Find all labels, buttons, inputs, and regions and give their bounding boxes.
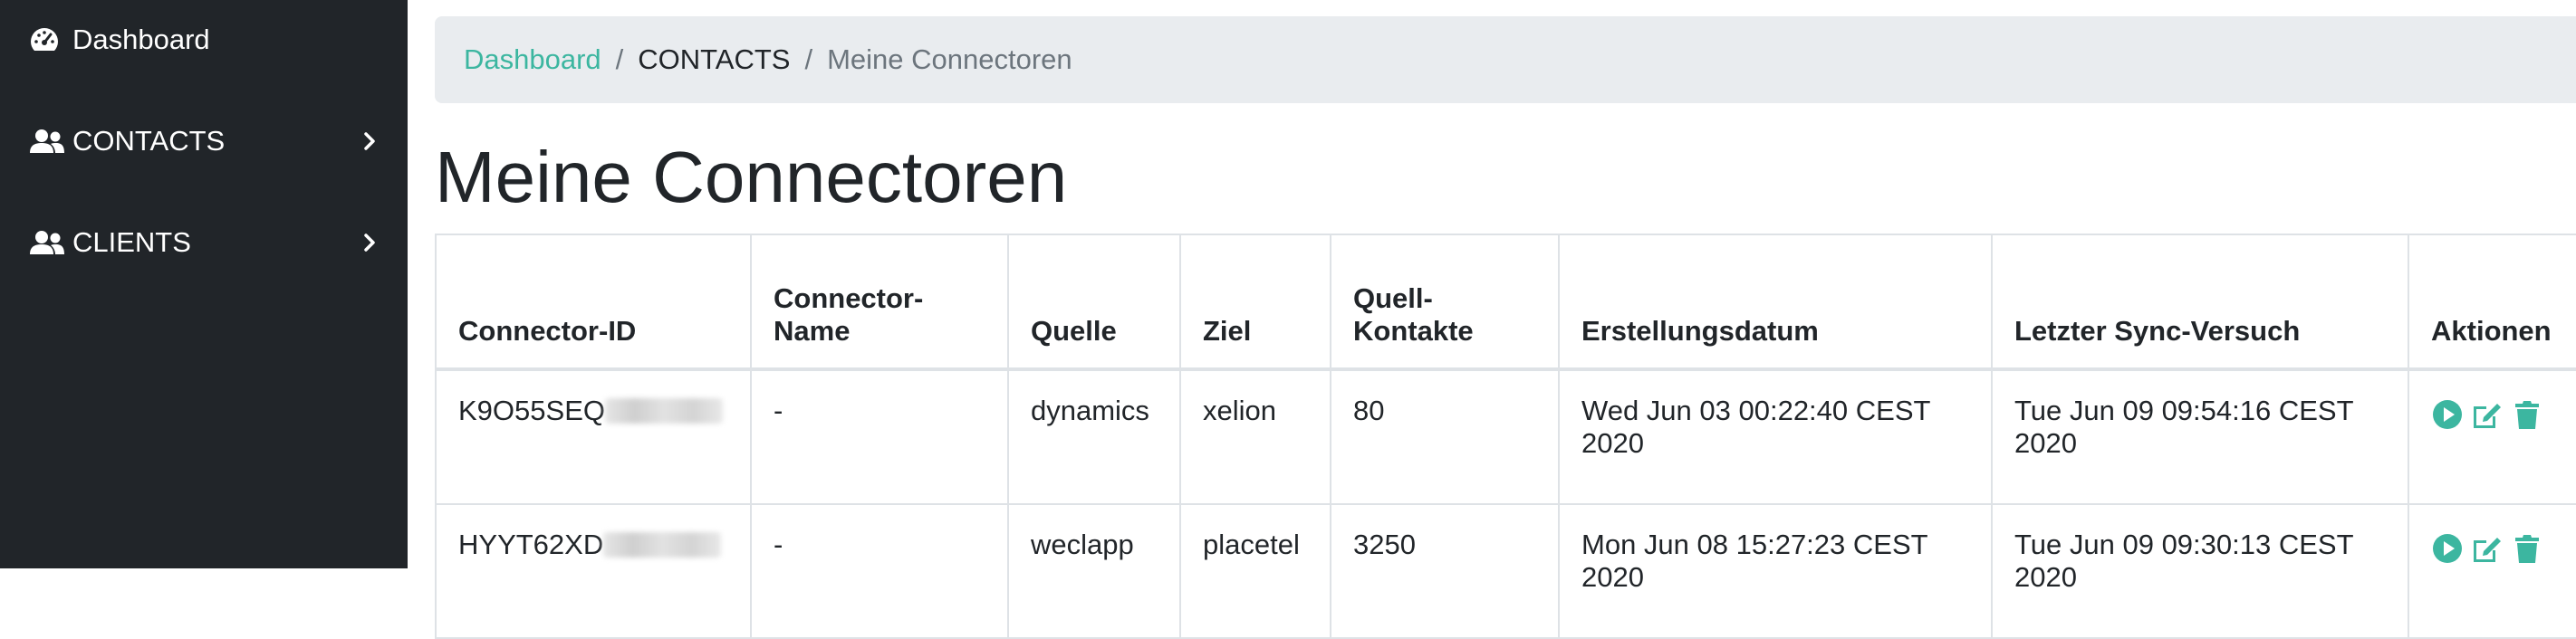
chevron-right-icon <box>360 230 379 255</box>
quelle-cell: dynamics <box>1007 368 1181 505</box>
sidebar-item-dashboard[interactable]: Dashboard <box>29 13 379 67</box>
column-header-quelle[interactable]: Quelle <box>1007 234 1181 371</box>
connector-id: K9O55SEQ <box>458 395 605 426</box>
connector-id-cell: HYYT62XD <box>435 503 752 639</box>
quelle-cell: weclapp <box>1007 503 1181 639</box>
connectors-table: Connector-ID Connector- Name Quelle Ziel… <box>435 234 2576 639</box>
ziel-cell: placetel <box>1179 503 1331 639</box>
connector-id-cell: K9O55SEQ <box>435 368 752 505</box>
column-header-connector-name[interactable]: Connector- Name <box>750 234 1009 371</box>
redacted-id-blur <box>603 532 722 558</box>
kontakte-cell: 80 <box>1330 368 1560 505</box>
connector-id: HYYT62XD <box>458 529 604 560</box>
ziel-cell: xelion <box>1179 368 1331 505</box>
page-title: Meine Connectoren <box>435 137 1068 217</box>
sync-cell: Tue Jun 09 09:30:13 CEST 2020 <box>1991 503 2409 639</box>
sidebar-item-contacts[interactable]: CONTACTS <box>29 114 379 168</box>
breadcrumb-link-contacts[interactable]: CONTACTS <box>638 43 790 76</box>
edit-icon[interactable] <box>2471 398 2504 431</box>
redacted-id-blur <box>604 398 723 424</box>
table-row: HYYT62XD - weclapp placetel 3250 Mon Jun… <box>435 503 2576 639</box>
play-icon[interactable] <box>2431 532 2464 565</box>
erstellungsdatum-cell: Wed Jun 03 00:22:40 CEST 2020 <box>1558 368 1993 505</box>
column-header-aktionen: Aktionen <box>2408 234 2576 371</box>
column-header-quell-kontakte[interactable]: Quell- Kontakte <box>1330 234 1560 371</box>
chevron-right-icon <box>360 129 379 154</box>
kontakte-cell: 3250 <box>1330 503 1560 639</box>
breadcrumb: Dashboard / CONTACTS / Meine Connectoren <box>435 16 2576 103</box>
trash-icon[interactable] <box>2511 398 2543 431</box>
breadcrumb-link-dashboard[interactable]: Dashboard <box>464 43 601 76</box>
sidebar-item-label: CLIENTS <box>72 226 191 258</box>
users-icon <box>29 227 65 258</box>
play-icon[interactable] <box>2431 398 2464 431</box>
column-header-ziel[interactable]: Ziel <box>1179 234 1331 371</box>
sidebar-item-clients[interactable]: CLIENTS <box>29 215 379 270</box>
sidebar: Dashboard CONTACTS CLIENTS <box>0 0 408 568</box>
connector-name-cell: - <box>750 368 1009 505</box>
users-icon <box>29 126 65 157</box>
edit-icon[interactable] <box>2471 532 2504 565</box>
connector-name-cell: - <box>750 503 1009 639</box>
trash-icon[interactable] <box>2511 532 2543 565</box>
table-header-row: Connector-ID Connector- Name Quelle Ziel… <box>435 234 2576 371</box>
breadcrumb-separator: / <box>804 43 813 75</box>
sidebar-item-label: Dashboard <box>72 24 210 55</box>
column-header-erstellungsdatum[interactable]: Erstellungsdatum <box>1558 234 1993 371</box>
gauge-icon <box>29 24 65 55</box>
column-header-letzter-sync[interactable]: Letzter Sync-Versuch <box>1991 234 2409 371</box>
actions-cell <box>2408 368 2576 505</box>
column-header-connector-id[interactable]: Connector-ID <box>435 234 752 371</box>
erstellungsdatum-cell: Mon Jun 08 15:27:23 CEST 2020 <box>1558 503 1993 639</box>
table-row: K9O55SEQ - dynamics xelion 80 Wed Jun 03… <box>435 368 2576 505</box>
breadcrumb-separator: / <box>615 43 624 75</box>
breadcrumb-current: Meine Connectoren <box>827 43 1072 75</box>
sidebar-item-label: CONTACTS <box>72 125 226 157</box>
actions-cell <box>2408 503 2576 639</box>
sync-cell: Tue Jun 09 09:54:16 CEST 2020 <box>1991 368 2409 505</box>
